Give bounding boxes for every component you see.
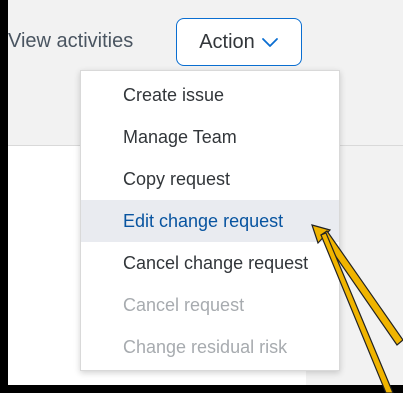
menu-item-copy-request[interactable]: Copy request <box>81 158 339 200</box>
menu-item-create-issue[interactable]: Create issue <box>81 74 339 116</box>
menu-item-change-residual-risk: Change residual risk <box>123 337 288 357</box>
chevron-down-icon <box>261 38 278 47</box>
action-button-label: Action <box>199 30 255 53</box>
action-menu: Create issue Manage Team Copy request Ed… <box>80 70 340 371</box>
screenshot-frame: View activities Action Create issue Mana… <box>0 0 403 393</box>
page-content: View activities Action Create issue Mana… <box>8 0 403 385</box>
menu-item-cancel-request: Cancel request <box>123 295 245 315</box>
menu-item-edit-change-request[interactable]: Edit change request <box>81 200 339 242</box>
menu-item-manage-team[interactable]: Manage Team <box>81 116 339 158</box>
view-activities-link[interactable]: View activities <box>8 30 133 53</box>
menu-item-cancel-change-request[interactable]: Cancel change request <box>81 242 339 284</box>
action-button[interactable]: Action <box>176 18 302 66</box>
